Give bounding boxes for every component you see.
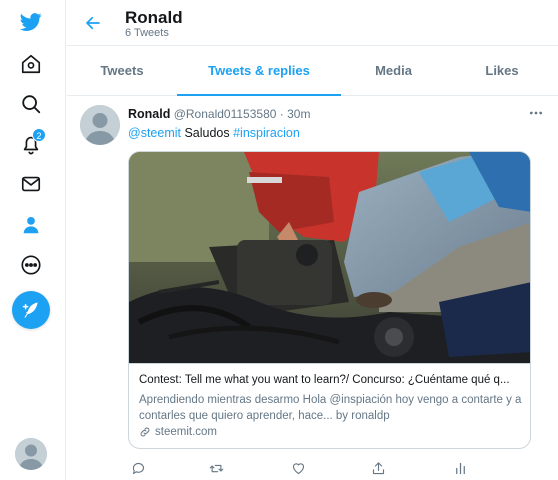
tweet[interactable]: Ronald @Ronald01153580 · 30m @steemit Sa… xyxy=(67,97,558,480)
mention-link[interactable]: @steemit xyxy=(128,126,181,140)
twitter-logo-icon[interactable] xyxy=(12,3,50,41)
reply-icon xyxy=(132,462,144,474)
messages-icon[interactable] xyxy=(12,165,50,203)
tweet-text: @steemit Saludos #inspiracion xyxy=(128,126,300,140)
retweet-icon xyxy=(209,464,223,472)
tweet-meta: Ronald @Ronald01153580 · 30m xyxy=(128,107,310,121)
heart-icon xyxy=(292,462,304,474)
tweet-author-handle[interactable]: @Ronald01153580 xyxy=(174,107,277,121)
hashtag-link[interactable]: #inspiracion xyxy=(233,126,300,140)
card-title: Contest: Tell me what you want to learn?… xyxy=(139,374,510,386)
card-domain: steemit.com xyxy=(139,426,217,438)
retweet-button[interactable] xyxy=(206,458,226,478)
tab-tweets[interactable]: Tweets xyxy=(67,46,177,95)
back-button[interactable] xyxy=(81,11,105,35)
profile-header: Ronald 6 Tweets xyxy=(67,0,558,46)
profile-timeline: Ronald 6 Tweets Tweets Tweets & replies … xyxy=(67,0,558,480)
card-description: Aprendiendo mientras desarmo Hola @inspi… xyxy=(139,394,522,422)
tab-likes[interactable]: Likes xyxy=(446,46,558,95)
notifications-badge: 2 xyxy=(32,128,46,142)
tab-tweets-and-replies[interactable]: Tweets & replies xyxy=(177,46,341,96)
compose-tweet-button[interactable] xyxy=(12,291,50,329)
tab-media[interactable]: Media xyxy=(341,46,446,95)
compose-icon xyxy=(22,302,38,318)
tweet-actions xyxy=(128,458,508,478)
profile-tabs: Tweets Tweets & replies Media Likes xyxy=(67,46,558,96)
separator-dot: · xyxy=(279,107,284,121)
link-icon xyxy=(140,427,150,437)
tweet-time[interactable]: 30m xyxy=(287,107,310,121)
account-avatar[interactable] xyxy=(15,438,47,470)
card-image xyxy=(129,152,530,364)
reply-button[interactable] xyxy=(128,458,148,478)
notifications-icon[interactable]: 2 xyxy=(12,125,50,163)
left-nav: 2 xyxy=(0,0,66,480)
share-icon xyxy=(372,461,384,474)
more-horizontal-icon xyxy=(530,111,542,115)
explore-icon[interactable] xyxy=(12,85,50,123)
tweet-author-avatar[interactable] xyxy=(80,105,120,145)
tweets-count: 6 Tweets xyxy=(125,27,169,39)
analytics-icon xyxy=(455,462,465,474)
like-button[interactable] xyxy=(288,458,308,478)
more-icon[interactable] xyxy=(12,246,50,284)
profile-icon[interactable] xyxy=(12,206,50,244)
tweet-author-name[interactable]: Ronald xyxy=(128,107,170,121)
analytics-button[interactable] xyxy=(450,458,470,478)
arrow-left-icon xyxy=(86,16,100,30)
share-button[interactable] xyxy=(368,458,388,478)
tweet-text-body: Saludos xyxy=(180,126,234,140)
profile-name: Ronald xyxy=(125,8,183,27)
home-icon[interactable] xyxy=(12,45,50,83)
tweet-more-button[interactable] xyxy=(526,105,546,121)
card-domain-text: steemit.com xyxy=(155,426,217,438)
link-card[interactable]: Contest: Tell me what you want to learn?… xyxy=(128,151,531,449)
